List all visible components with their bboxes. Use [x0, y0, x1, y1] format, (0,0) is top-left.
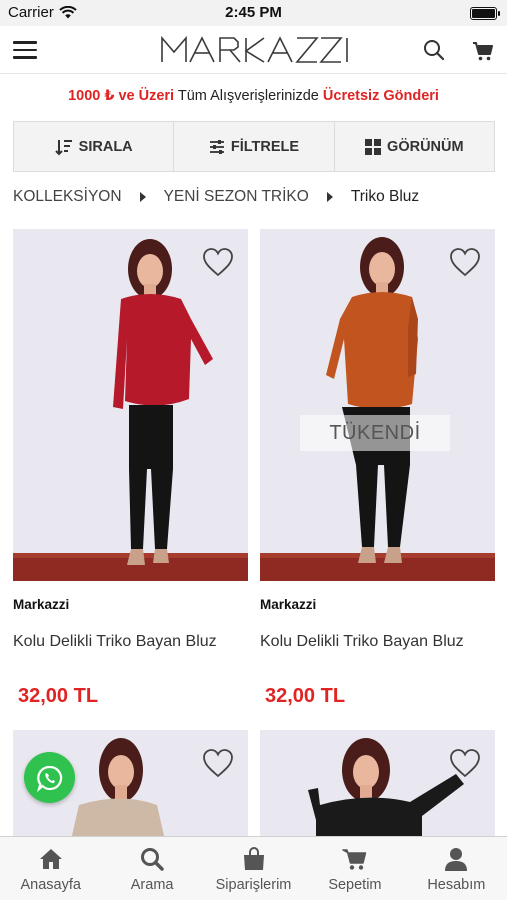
list-toolbar: SIRALA FİLTRELE GÖRÜNÜM: [13, 121, 495, 172]
markazzi-logo[interactable]: [160, 36, 350, 64]
product-price: 32,00 TL: [265, 685, 346, 707]
free-shipping-banner: 1000 ₺ ve Üzeri Tüm Alışverişlerinizde Ü…: [0, 88, 507, 104]
favorite-heart-icon[interactable]: [202, 748, 234, 778]
product-image[interactable]: [13, 229, 248, 581]
tab-orders-label: Siparişlerim: [215, 877, 292, 893]
product-brand: Markazzi: [260, 597, 317, 612]
breadcrumb-arrow-icon: [326, 192, 333, 202]
breadcrumb-collection[interactable]: KOLLEKSİYON: [13, 188, 122, 206]
product-card[interactable]: [260, 730, 495, 840]
product-color-fill: [71, 798, 165, 840]
whatsapp-icon: [36, 765, 62, 792]
tab-home-label: Anasayfa: [20, 877, 81, 893]
cart-icon: [342, 849, 367, 870]
grid-view-icon: [365, 138, 382, 155]
product-brand: Markazzi: [13, 597, 70, 612]
breadcrumb-arrow-icon: [139, 192, 146, 202]
tab-cart[interactable]: Sepetim: [304, 837, 405, 900]
product-name[interactable]: Kolu Delikli Triko Bayan Bluz: [13, 633, 248, 651]
home-icon: [39, 849, 62, 869]
hamburger-icon[interactable]: [13, 41, 37, 59]
whatsapp-button[interactable]: [24, 752, 75, 803]
sort-label: SIRALA: [78, 138, 133, 155]
filter-label: FİLTRELE: [230, 138, 300, 155]
promo-threshold: 1000 ₺ ve Üzeri: [68, 88, 175, 104]
search-icon: [141, 848, 164, 871]
product-image[interactable]: TÜKENDİ: [260, 229, 495, 581]
sold-out-badge: TÜKENDİ: [300, 415, 450, 451]
view-toggle-button[interactable]: GÖRÜNÜM: [335, 122, 494, 171]
product-price: 32,00 TL: [18, 685, 99, 707]
app-header: [0, 26, 507, 74]
product-image[interactable]: [260, 730, 495, 840]
filter-sliders-icon: [209, 139, 224, 154]
sort-icon: [54, 139, 72, 155]
tab-search[interactable]: Arama: [101, 837, 202, 900]
user-icon: [445, 848, 468, 871]
tab-home[interactable]: Anasayfa: [0, 837, 101, 900]
tab-orders[interactable]: Siparişlerim: [203, 837, 304, 900]
sort-button[interactable]: SIRALA: [14, 122, 175, 171]
product-color-fill: [326, 292, 418, 409]
product-card[interactable]: Markazzi Kolu Delikli Triko Bayan Bluz 3…: [13, 229, 248, 708]
breadcrumb-current: Triko Bluz: [350, 188, 420, 205]
bottom-tab-bar: Anasayfa Arama Siparişlerim Sepetim Hesa…: [0, 836, 507, 900]
cart-icon[interactable]: [472, 40, 494, 62]
status-bar: Carrier 2:45 PM: [0, 0, 507, 26]
tab-search-label: Arama: [130, 877, 174, 893]
search-icon[interactable]: [422, 38, 446, 62]
promo-text: Tüm Alışverişlerinizde: [174, 88, 323, 104]
product-name[interactable]: Kolu Delikli Triko Bayan Bluz: [260, 633, 495, 651]
view-label: GÖRÜNÜM: [387, 138, 464, 155]
bag-icon: [243, 847, 264, 870]
favorite-heart-icon[interactable]: [202, 247, 234, 277]
tab-account[interactable]: Hesabım: [406, 837, 507, 900]
promo-free-shipping: Ücretsiz Gönderi: [322, 88, 439, 104]
model-figure: [13, 239, 248, 581]
breadcrumb: KOLLEKSİYON YENİ SEZON TRİKO Triko Bluz: [13, 186, 419, 208]
tab-account-label: Hesabım: [427, 877, 486, 893]
breadcrumb-new-season[interactable]: YENİ SEZON TRİKO: [164, 188, 309, 206]
model-figure: [260, 237, 495, 581]
product-card[interactable]: TÜKENDİ Markazzi Kolu Delikli Triko Baya…: [260, 229, 495, 708]
model-figure: [308, 738, 464, 840]
favorite-heart-icon[interactable]: [449, 748, 481, 778]
battery-icon: [470, 7, 500, 20]
favorite-heart-icon[interactable]: [449, 247, 481, 277]
clock: 2:45 PM: [225, 4, 282, 21]
filter-button[interactable]: FİLTRELE: [174, 122, 335, 171]
tab-cart-label: Sepetim: [328, 877, 382, 893]
product-color-fill: [113, 294, 213, 409]
